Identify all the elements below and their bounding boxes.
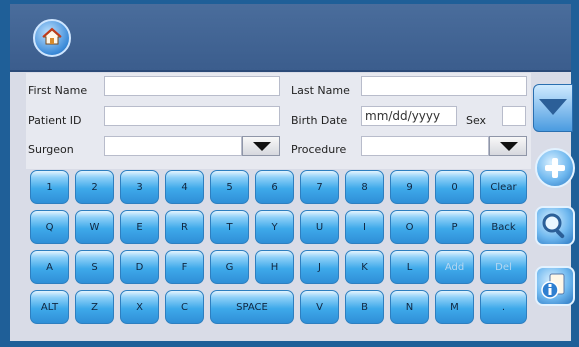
key-3[interactable]: 3: [120, 170, 159, 204]
patient-id-label: Patient ID: [28, 114, 82, 127]
key-d[interactable]: D: [120, 250, 159, 284]
key-c[interactable]: C: [165, 290, 204, 324]
triangle-down-icon: [253, 142, 271, 151]
info-icon: [541, 273, 565, 299]
key-f[interactable]: F: [165, 250, 204, 284]
app-screen: First Name Last Name Patient ID Birth Da…: [0, 0, 579, 347]
search-icon: [542, 213, 565, 239]
key-p[interactable]: P: [435, 210, 474, 244]
last-name-field[interactable]: [361, 76, 527, 96]
key-z[interactable]: Z: [75, 290, 114, 324]
patient-form: First Name Last Name Patient ID Birth Da…: [26, 73, 531, 169]
key-8[interactable]: 8: [345, 170, 384, 204]
key-alt[interactable]: ALT: [30, 290, 69, 324]
home-icon[interactable]: [33, 19, 71, 57]
key-space[interactable]: SPACE: [210, 290, 294, 324]
key-i[interactable]: I: [345, 210, 384, 244]
scroll-down-button[interactable]: [533, 84, 573, 132]
triangle-down-icon: [500, 142, 518, 151]
key-v[interactable]: V: [300, 290, 339, 324]
key-0[interactable]: 0: [435, 170, 474, 204]
search-button[interactable]: [535, 206, 575, 246]
key-o[interactable]: O: [390, 210, 429, 244]
key-h[interactable]: H: [255, 250, 294, 284]
key-del[interactable]: Del: [480, 250, 527, 284]
key-k[interactable]: K: [345, 250, 384, 284]
plus-icon: [545, 158, 565, 178]
info-button[interactable]: [535, 266, 575, 306]
key-1[interactable]: 1: [30, 170, 69, 204]
key-7[interactable]: 7: [300, 170, 339, 204]
key-j[interactable]: J: [300, 250, 339, 284]
key-q[interactable]: Q: [30, 210, 69, 244]
key-m[interactable]: M: [435, 290, 474, 324]
key-6[interactable]: 6: [255, 170, 294, 204]
sex-label: Sex: [466, 114, 487, 127]
birth-date-label: Birth Date: [291, 114, 348, 127]
key-r[interactable]: R: [165, 210, 204, 244]
procedure-label: Procedure: [291, 143, 347, 156]
key-n[interactable]: N: [390, 290, 429, 324]
sex-field[interactable]: [502, 106, 526, 126]
birth-date-field[interactable]: mm/dd/yyyy: [361, 106, 457, 126]
key-t[interactable]: T: [210, 210, 249, 244]
key-w[interactable]: W: [75, 210, 114, 244]
first-name-field[interactable]: [104, 76, 280, 96]
title-bar: [10, 4, 571, 72]
key-l[interactable]: L: [390, 250, 429, 284]
key-s[interactable]: S: [75, 250, 114, 284]
key-add[interactable]: Add: [435, 250, 474, 284]
key-back[interactable]: Back: [480, 210, 527, 244]
key-a[interactable]: A: [30, 250, 69, 284]
surgeon-dropdown-button[interactable]: [242, 136, 280, 156]
surgeon-label: Surgeon: [28, 143, 74, 156]
key-e[interactable]: E: [120, 210, 159, 244]
patient-id-field[interactable]: [104, 106, 280, 126]
surgeon-select[interactable]: [104, 136, 242, 156]
key-2[interactable]: 2: [75, 170, 114, 204]
last-name-label: Last Name: [291, 84, 350, 97]
key-x[interactable]: X: [120, 290, 159, 324]
key-period[interactable]: .: [480, 290, 527, 324]
first-name-label: First Name: [28, 84, 88, 97]
add-button[interactable]: [535, 148, 575, 188]
key-b[interactable]: B: [345, 290, 384, 324]
chevron-down-icon: [539, 99, 567, 115]
key-4[interactable]: 4: [165, 170, 204, 204]
key-y[interactable]: Y: [255, 210, 294, 244]
key-5[interactable]: 5: [210, 170, 249, 204]
key-9[interactable]: 9: [390, 170, 429, 204]
on-screen-keyboard: 1 2 3 4 5 6 7 8 9 0 Clear Q W E R T Y U …: [26, 170, 531, 334]
key-u[interactable]: U: [300, 210, 339, 244]
key-g[interactable]: G: [210, 250, 249, 284]
procedure-dropdown-button[interactable]: [489, 136, 527, 156]
key-clear[interactable]: Clear: [480, 170, 527, 204]
procedure-select[interactable]: [361, 136, 489, 156]
